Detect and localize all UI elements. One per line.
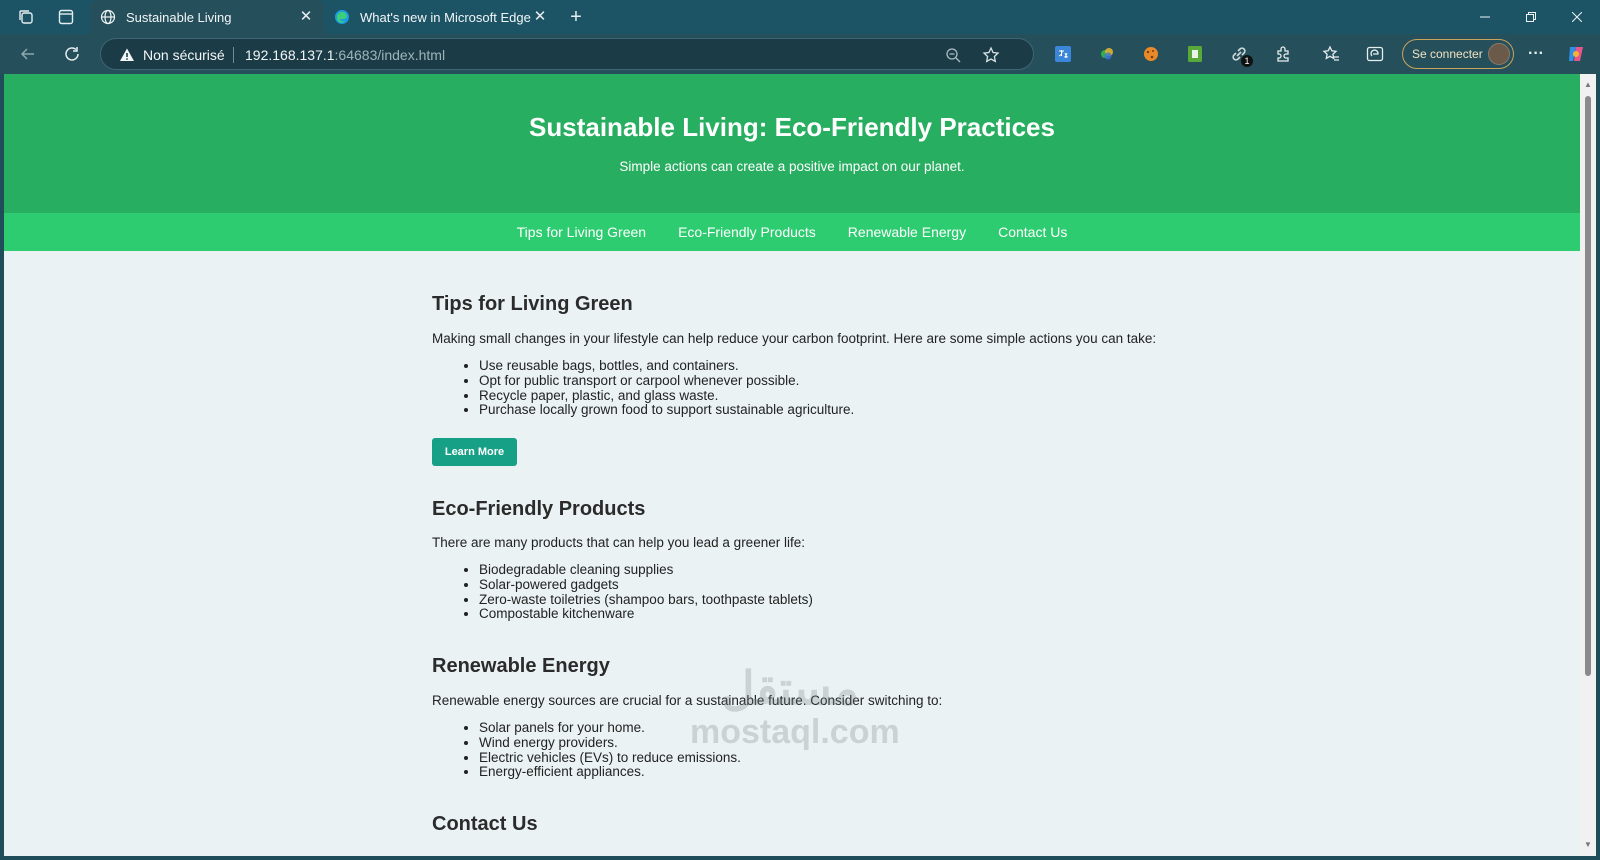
vertical-tabs-icon[interactable] <box>56 7 76 27</box>
watermark: مستقل mostaql.com <box>690 662 900 751</box>
copilot-icon[interactable] <box>1566 44 1586 64</box>
tips-list: Use reusable bags, bottles, and containe… <box>432 358 1152 418</box>
sign-in-button[interactable]: Se connecter <box>1402 39 1514 69</box>
section-intro: There are many products that can help yo… <box>432 535 805 550</box>
list-item: Compostable kitchenware <box>479 607 1152 622</box>
back-icon[interactable] <box>16 42 40 66</box>
minimize-icon[interactable] <box>1462 0 1508 34</box>
extension-badge: 1 <box>1241 55 1253 67</box>
tab-bar: Sustainable Living ✕ What's new in Micro… <box>0 0 1600 34</box>
extensions-puzzle-icon[interactable] <box>1273 44 1293 64</box>
scroll-thumb[interactable] <box>1585 96 1591 676</box>
link-extension-icon[interactable]: 1 <box>1229 44 1253 67</box>
tab-whats-new-edge[interactable]: What's new in Microsoft Edge ✕ <box>324 0 558 34</box>
list-item: Energy-efficient appliances. <box>479 765 1152 780</box>
list-item: Recycle paper, plastic, and glass waste. <box>479 388 1152 404</box>
scroll-up-icon[interactable]: ▲ <box>1583 80 1593 90</box>
list-item: Zero-waste toiletries (shampoo bars, too… <box>479 592 1152 608</box>
page-subtitle: Simple actions can create a positive imp… <box>619 159 965 174</box>
workspaces-icon[interactable] <box>16 7 36 27</box>
nav-link-products[interactable]: Eco-Friendly Products <box>678 224 816 240</box>
translate-extension-icon[interactable] <box>1053 44 1073 64</box>
colorful-extension-icon[interactable] <box>1097 44 1117 64</box>
list-item: Biodegradable cleaning supplies <box>479 562 1152 578</box>
new-tab-icon[interactable]: + <box>566 6 586 28</box>
site-header: Sustainable Living: Eco-Friendly Practic… <box>4 74 1580 213</box>
warning-icon[interactable] <box>119 47 135 63</box>
tab-sustainable-living[interactable]: Sustainable Living ✕ <box>90 0 324 34</box>
watermark-latin: mostaql.com <box>690 713 900 751</box>
learn-more-button[interactable]: Learn More <box>432 438 517 466</box>
address-bar[interactable]: Non sécurisé 192.168.137.1:64683/index.h… <box>100 38 1034 70</box>
edge-logo-icon <box>334 9 350 25</box>
page-viewport: Sustainable Living: Eco-Friendly Practic… <box>4 74 1580 856</box>
nav-link-contact[interactable]: Contact Us <box>998 224 1067 240</box>
list-item: Electric vehicles (EVs) to reduce emissi… <box>479 750 1152 766</box>
zoom-out-icon[interactable] <box>943 45 963 65</box>
address-toolbar: Non sécurisé 192.168.137.1:64683/index.h… <box>0 34 1600 74</box>
refresh-icon[interactable] <box>60 42 84 66</box>
list-item: Solar-powered gadgets <box>479 577 1152 593</box>
edge-bar-icon[interactable] <box>1365 44 1385 64</box>
cookie-extension-icon[interactable] <box>1141 44 1161 64</box>
restore-icon[interactable] <box>1508 0 1554 34</box>
close-window-icon[interactable] <box>1554 0 1600 34</box>
address-separator <box>233 47 234 63</box>
security-status[interactable]: Non sécurisé <box>143 47 225 63</box>
site-nav: Tips for Living Green Eco-Friendly Produ… <box>4 213 1580 251</box>
url-text[interactable]: 192.168.137.1:64683/index.html <box>245 47 445 63</box>
section-intro: Making small changes in your lifestyle c… <box>432 331 1157 346</box>
nav-link-energy[interactable]: Renewable Energy <box>848 224 966 240</box>
page-title: Sustainable Living: Eco-Friendly Practic… <box>529 112 1055 142</box>
close-tab-icon[interactable]: ✕ <box>532 9 548 25</box>
close-tab-icon[interactable]: ✕ <box>298 9 314 25</box>
more-menu-icon[interactable]: ··· <box>1526 44 1546 64</box>
avatar <box>1488 43 1510 65</box>
favorite-star-icon[interactable] <box>981 45 1001 65</box>
globe-icon <box>100 9 116 25</box>
list-item: Opt for public transport or carpool when… <box>479 373 1152 389</box>
url-path: :64683/index.html <box>334 47 446 63</box>
list-item: Purchase locally grown food to support s… <box>479 403 1152 418</box>
sign-in-label: Se connecter <box>1412 47 1483 61</box>
nav-link-tips[interactable]: Tips for Living Green <box>517 224 646 240</box>
section-heading: Renewable Energy <box>432 655 610 677</box>
tab-title: Sustainable Living <box>126 9 232 25</box>
watermark-arabic: مستقل <box>721 662 859 714</box>
page-scrollbar[interactable]: ▲ ▼ <box>1580 74 1596 856</box>
section-heading: Eco-Friendly Products <box>432 498 646 520</box>
green-box-extension-icon[interactable] <box>1185 44 1205 64</box>
list-item: Use reusable bags, bottles, and containe… <box>479 358 1152 374</box>
tab-title: What's new in Microsoft Edge <box>360 9 531 25</box>
section-heading: Contact Us <box>432 813 538 835</box>
url-host: 192.168.137.1 <box>245 47 335 63</box>
section-heading: Tips for Living Green <box>432 293 633 315</box>
products-list: Biodegradable cleaning supplies Solar-po… <box>432 562 1152 622</box>
favorites-icon[interactable] <box>1321 44 1341 64</box>
scroll-down-icon[interactable]: ▼ <box>1583 840 1593 850</box>
